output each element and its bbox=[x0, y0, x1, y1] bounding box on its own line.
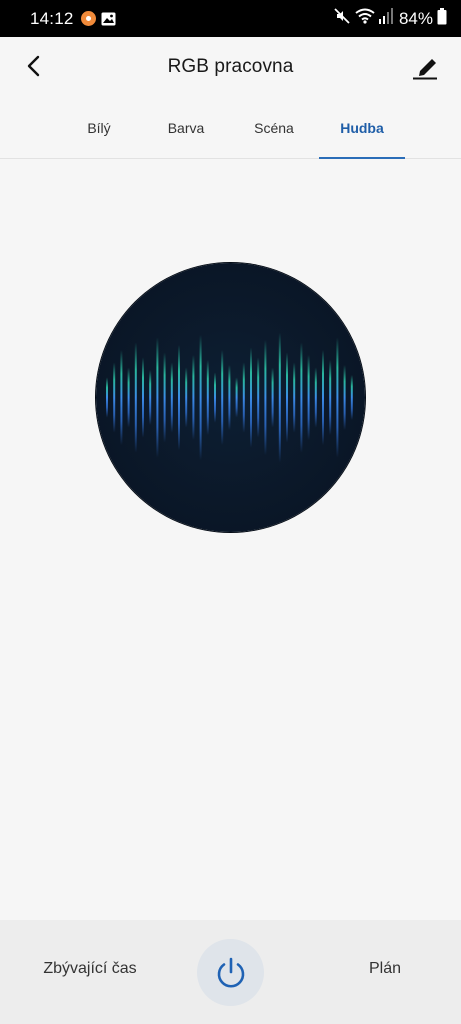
waveform-graphic bbox=[106, 332, 353, 463]
tab-white[interactable]: Bílý bbox=[56, 97, 142, 159]
waveform-bar bbox=[293, 362, 296, 433]
back-button[interactable] bbox=[18, 50, 50, 82]
status-time: 14:12 bbox=[30, 8, 74, 28]
waveform-bar bbox=[235, 377, 238, 418]
app-screen: 14:12 84% RGB pracovna Bílý Barva Scéna … bbox=[0, 0, 461, 1024]
waveform-bar bbox=[314, 367, 317, 428]
music-waveform-icon bbox=[96, 263, 365, 532]
waveform-bar bbox=[199, 335, 202, 460]
waveform-bar bbox=[350, 375, 353, 420]
waveform-bar bbox=[242, 362, 245, 433]
mode-tabs: Bílý Barva Scéna Hudba bbox=[0, 97, 461, 159]
power-button[interactable] bbox=[197, 939, 264, 1006]
wifi-icon bbox=[355, 8, 375, 29]
page-title: RGB pracovna bbox=[167, 56, 294, 77]
waveform-bar bbox=[149, 370, 152, 425]
waveform-bar bbox=[257, 357, 260, 438]
tab-color[interactable]: Barva bbox=[143, 97, 229, 159]
waveform-bar bbox=[127, 367, 130, 428]
waveform-bar bbox=[120, 350, 123, 445]
tab-scene[interactable]: Scéna bbox=[230, 97, 318, 159]
status-bar: 14:12 84% bbox=[0, 0, 461, 37]
app-header: RGB pracovna bbox=[0, 37, 461, 97]
tab-music[interactable]: Hudba bbox=[319, 97, 405, 159]
waveform-bar bbox=[192, 355, 195, 440]
waveform-bar bbox=[214, 372, 216, 423]
waveform-bar bbox=[322, 350, 324, 445]
waveform-bar bbox=[278, 332, 281, 463]
active-tab-indicator bbox=[319, 157, 405, 159]
waveform-bar bbox=[343, 365, 346, 430]
waveform-bar bbox=[307, 355, 310, 440]
chevron-left-icon bbox=[27, 55, 40, 77]
waveform-bar bbox=[329, 360, 332, 435]
mute-icon bbox=[333, 7, 351, 30]
waveform-bar bbox=[264, 340, 267, 455]
waveform-bar bbox=[134, 342, 137, 453]
waveform-bar bbox=[336, 337, 339, 458]
battery-level: 84% bbox=[398, 8, 433, 28]
waveform-bar bbox=[113, 362, 116, 433]
waveform-bar bbox=[178, 345, 180, 450]
waveform-bar bbox=[300, 342, 303, 453]
waveform-bar bbox=[286, 352, 288, 443]
remaining-time-button[interactable]: Zbývající čas bbox=[20, 960, 160, 978]
waveform-bar bbox=[156, 337, 159, 458]
waveform-bar bbox=[221, 350, 224, 445]
waveform-bar bbox=[106, 377, 108, 418]
waveform-bar bbox=[185, 367, 188, 428]
signal-icon bbox=[378, 8, 393, 29]
edit-button[interactable] bbox=[407, 50, 443, 84]
waveform-bar bbox=[142, 357, 144, 438]
waveform-bar bbox=[206, 360, 209, 435]
waveform-bar bbox=[228, 365, 231, 430]
waveform-bar bbox=[271, 367, 274, 428]
edit-pencil-icon bbox=[413, 59, 437, 80]
notification-app-icon bbox=[80, 11, 96, 26]
waveform-bar bbox=[170, 362, 173, 433]
waveform-bar bbox=[163, 352, 166, 443]
bottom-bar: Zbývající čas Plán bbox=[0, 920, 461, 1024]
power-icon bbox=[217, 957, 244, 987]
waveform-bar bbox=[250, 347, 252, 448]
schedule-button[interactable]: Plán bbox=[330, 960, 440, 978]
gallery-icon bbox=[101, 12, 116, 26]
status-right-icons: 84% bbox=[333, 7, 447, 30]
battery-icon bbox=[437, 7, 447, 30]
